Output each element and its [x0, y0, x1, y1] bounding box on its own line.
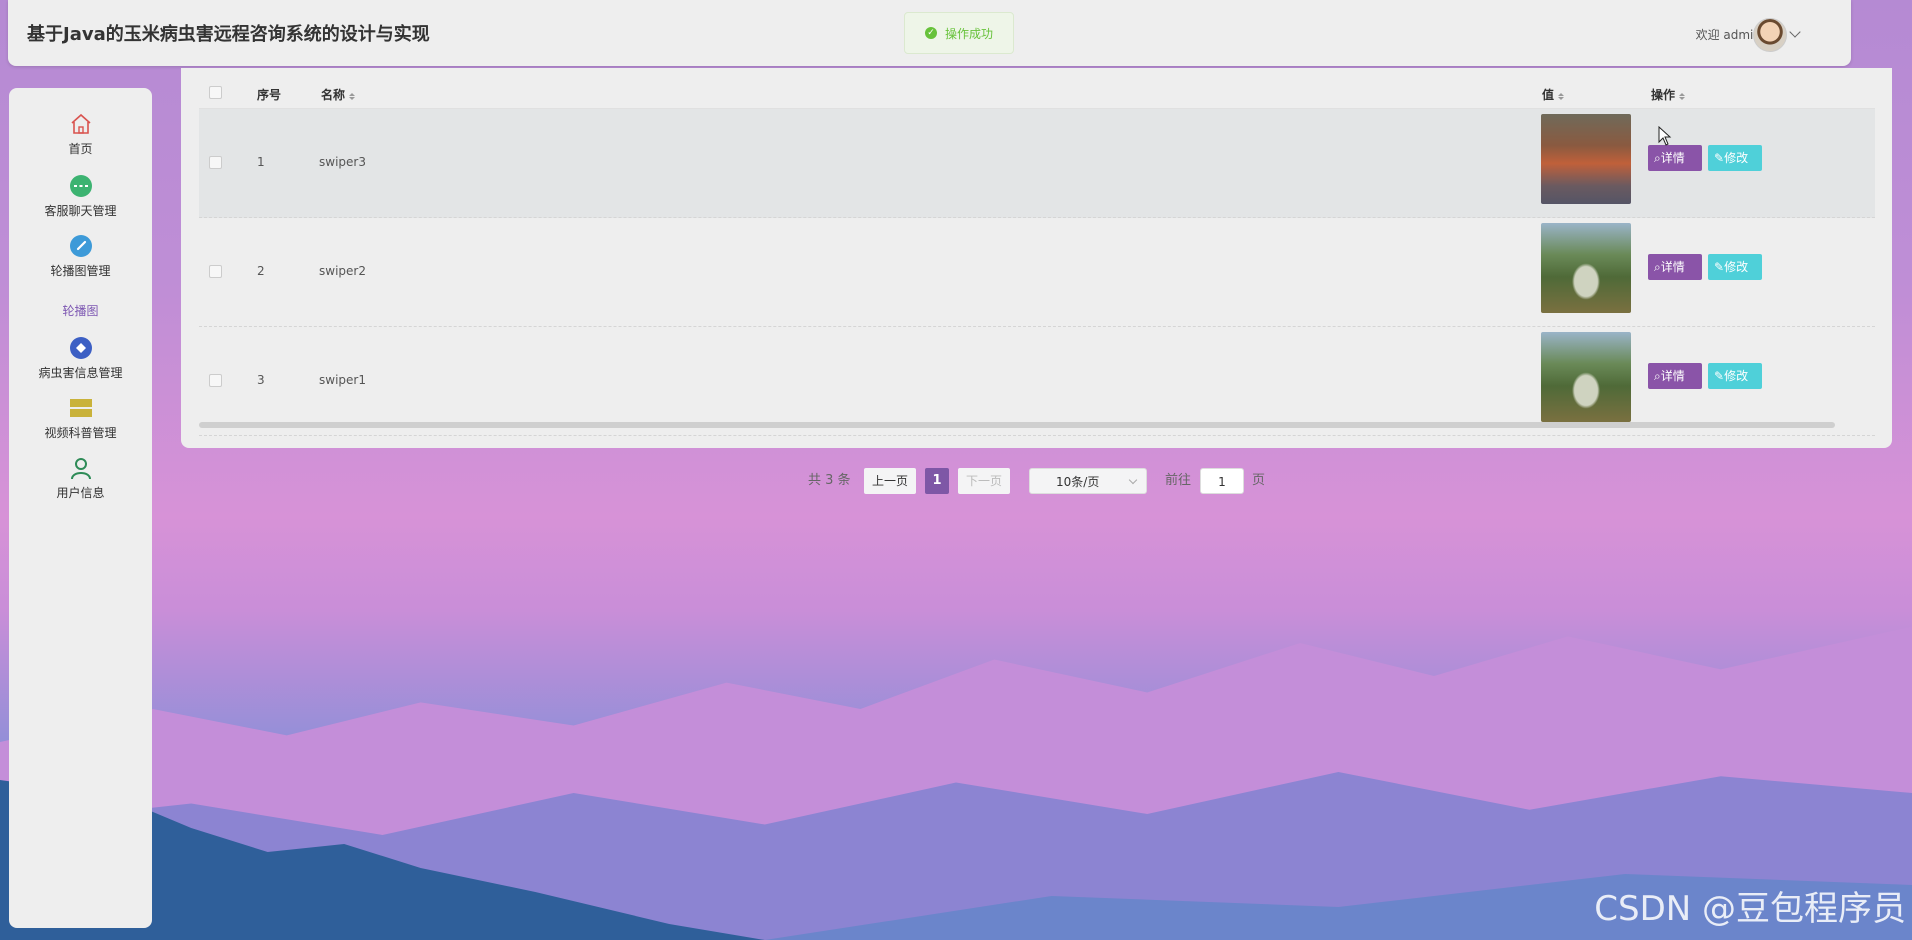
table-header: 序号 名称 值 操作 — [199, 76, 1875, 109]
data-table: 序号 名称 值 操作 1 swiper3 ⌕详情 ✎修改 2 swiper2 ⌕… — [199, 76, 1875, 436]
detail-label: 详情 — [1660, 260, 1685, 274]
goto-suffix: 页 — [1252, 473, 1266, 488]
edit-label: 修改 — [1724, 260, 1749, 274]
next-page-button[interactable]: 下一页 — [958, 468, 1010, 494]
select-all-checkbox[interactable] — [209, 86, 222, 99]
welcome-text: 欢迎 admin — [1695, 28, 1761, 42]
detail-button[interactable]: ⌕详情 — [1648, 363, 1702, 389]
column-index: 序号 — [257, 88, 282, 102]
pagination: 共 3 条 上一页 1 下一页 10条/页 前往 1 页 — [0, 468, 1912, 494]
column-value[interactable]: 值 — [1542, 86, 1565, 103]
goto-prefix: 前往 — [1165, 473, 1192, 488]
column-value-label: 值 — [1542, 88, 1555, 102]
row-index: 2 — [257, 264, 265, 278]
horizontal-scrollbar[interactable] — [199, 422, 1835, 428]
sidebar: 首页 客服聊天管理 轮播图管理 轮播图 病虫害信息管理 视频科普管理 用户信息 — [9, 88, 152, 928]
row-name: swiper1 — [319, 373, 366, 387]
success-toast: ✓ 操作成功 — [904, 12, 1014, 54]
row-name: swiper2 — [319, 264, 366, 278]
row-image[interactable] — [1541, 114, 1631, 204]
row-checkbox[interactable] — [209, 374, 222, 387]
watermark: CSDN @豆包程序员 — [1594, 889, 1906, 929]
row-checkbox[interactable] — [209, 156, 222, 169]
search-icon: ⌕ — [1654, 151, 1661, 165]
sidebar-item-label: 轮播图管理 — [50, 264, 111, 278]
table-card: 序号 名称 值 操作 1 swiper3 ⌕详情 ✎修改 2 swiper2 ⌕… — [181, 68, 1892, 448]
edit-icon: ✎ — [1714, 151, 1725, 165]
search-icon: ⌕ — [1654, 369, 1661, 383]
chat-icon — [69, 175, 92, 197]
sidebar-item-label: 首页 — [68, 142, 93, 156]
edit-icon: ✎ — [1714, 260, 1725, 274]
sidebar-item-home[interactable]: 首页 — [9, 112, 152, 157]
sidebar-item-pest-info[interactable]: 病虫害信息管理 — [9, 336, 152, 381]
row-name: swiper3 — [319, 155, 366, 169]
table-row[interactable]: 2 swiper2 ⌕详情 ✎修改 — [199, 218, 1875, 327]
edit-label: 修改 — [1724, 369, 1749, 383]
row-index: 3 — [257, 373, 265, 387]
sidebar-item-label: 视频科普管理 — [44, 426, 117, 440]
column-action-label: 操作 — [1651, 88, 1676, 102]
sidebar-item-carousel[interactable]: 轮播图管理 — [9, 234, 152, 279]
page-number-1[interactable]: 1 — [925, 468, 949, 494]
detail-label: 详情 — [1660, 151, 1685, 165]
chevron-down-icon[interactable] — [1789, 26, 1801, 38]
edit-icon: ✎ — [1714, 369, 1725, 383]
detail-button[interactable]: ⌕详情 — [1648, 145, 1702, 171]
row-image[interactable] — [1541, 223, 1631, 313]
detail-label: 详情 — [1660, 369, 1685, 383]
site-title: 基于Java的玉米病虫害远程咨询系统的设计与实现 — [27, 24, 430, 45]
detail-button[interactable]: ⌕详情 — [1648, 254, 1702, 280]
prev-page-button[interactable]: 上一页 — [864, 468, 916, 494]
mouse-cursor-icon — [1658, 126, 1672, 146]
home-icon — [70, 113, 91, 134]
sidebar-item-label: 客服聊天管理 — [44, 204, 117, 218]
compass-icon — [69, 235, 92, 257]
search-icon: ⌕ — [1654, 260, 1661, 274]
row-checkbox[interactable] — [209, 265, 222, 278]
row-index: 1 — [257, 155, 265, 169]
edit-label: 修改 — [1724, 151, 1749, 165]
edit-button[interactable]: ✎修改 — [1708, 363, 1762, 389]
diamond-icon — [69, 337, 92, 359]
pagination-total: 共 3 条 — [808, 473, 851, 488]
row-image[interactable] — [1541, 332, 1631, 422]
column-name[interactable]: 名称 — [321, 86, 356, 103]
check-circle-icon: ✓ — [925, 27, 937, 39]
stack-icon — [69, 399, 92, 417]
sidebar-item-label: 病虫害信息管理 — [38, 366, 123, 380]
toast-message: 操作成功 — [945, 26, 994, 41]
sidebar-subitem-carousel[interactable]: 轮播图 — [9, 302, 152, 319]
table-row[interactable]: 1 swiper3 ⌕详情 ✎修改 — [199, 109, 1875, 218]
column-name-label: 名称 — [321, 88, 346, 102]
column-action[interactable]: 操作 — [1651, 86, 1686, 103]
sidebar-item-chat[interactable]: 客服聊天管理 — [9, 174, 152, 219]
edit-button[interactable]: ✎修改 — [1708, 254, 1762, 280]
page-size-select[interactable]: 10条/页 — [1029, 468, 1147, 494]
edit-button[interactable]: ✎修改 — [1708, 145, 1762, 171]
table-row[interactable]: 3 swiper1 ⌕详情 ✎修改 — [199, 327, 1875, 436]
sidebar-item-video[interactable]: 视频科普管理 — [9, 396, 152, 441]
avatar[interactable] — [1753, 18, 1787, 52]
goto-page-input[interactable]: 1 — [1200, 468, 1244, 494]
